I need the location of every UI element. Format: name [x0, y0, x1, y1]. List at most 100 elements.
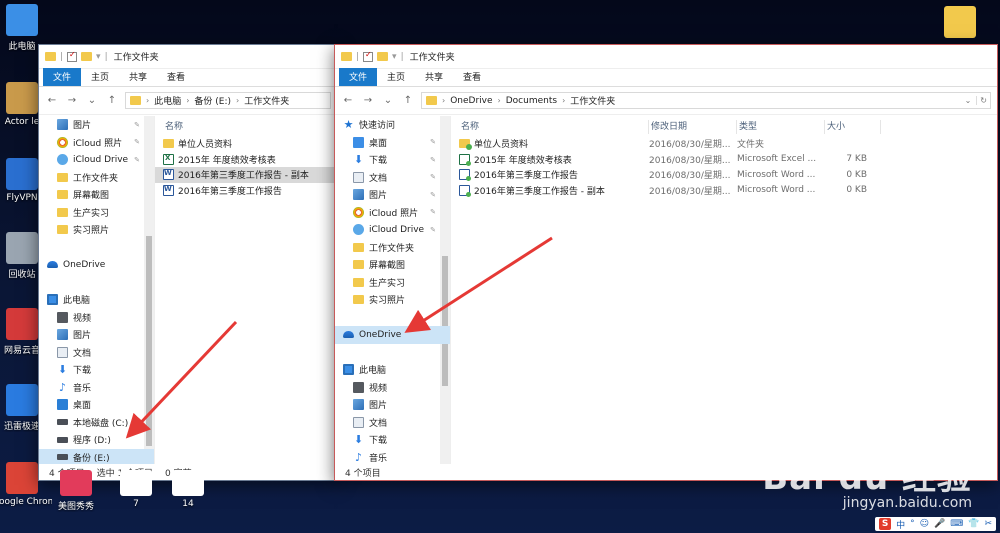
nav-item[interactable]: OneDrive [39, 256, 154, 274]
nav-item[interactable]: 生产实习 [335, 274, 450, 292]
breadcrumb-work-folder[interactable]: 工作文件夹 [570, 94, 615, 107]
nav-item[interactable]: ⬇ 下载 [39, 361, 154, 379]
nav-item[interactable]: 图片 [335, 396, 450, 414]
skin-icon[interactable]: 👕 [968, 519, 979, 529]
back-arrow-icon[interactable]: ← [341, 94, 355, 108]
back-arrow-icon[interactable]: ← [45, 94, 59, 108]
file-row[interactable]: 2016年第三季度工作报告 - 副本 2016/08/30/星期... Micros… [451, 183, 997, 199]
file-row[interactable]: 2015年 年度绩效考核表 2016/08/30/星期... Microsoft E… [451, 152, 997, 168]
breadcrumb-drive-e[interactable]: 备份 (E:) [194, 94, 231, 107]
file-row[interactable]: 2016年第三季度工作报告 [155, 183, 337, 199]
punctuation-icon[interactable]: ° [910, 519, 915, 529]
nav-item[interactable]: 工作文件夹 [39, 169, 154, 187]
file-row[interactable]: 单位人员资料 [155, 136, 337, 152]
nav-item[interactable]: iCloud Drive ✎ [335, 221, 450, 239]
refresh-icon[interactable]: ↻ [976, 96, 990, 105]
address-bar[interactable]: › 此电脑 › 备份 (E:) › 工作文件夹 [125, 92, 331, 109]
title-bar[interactable]: | ▾ | 工作文件夹 [335, 45, 997, 69]
properties-icon[interactable] [363, 50, 374, 62]
tab-share[interactable]: 共享 [119, 68, 157, 86]
file-row[interactable]: 2015年 年度绩效考核表 [155, 152, 337, 168]
nav-item[interactable]: ♪ 音乐 [335, 449, 450, 465]
nav-item[interactable]: 图片 [39, 326, 154, 344]
column-name[interactable]: 名称 [459, 120, 649, 134]
nav-item[interactable]: 文档 ✎ [335, 169, 450, 187]
file-row[interactable]: 2016年第三季度工作报告 2016/08/30/星期... Microsoft W… [451, 167, 997, 183]
customize-chevron-icon[interactable]: ▾ [392, 52, 397, 62]
nav-item[interactable]: 文档 [335, 414, 450, 432]
tab-view[interactable]: 查看 [453, 68, 491, 86]
keyboard-icon[interactable]: ⌨ [950, 519, 963, 529]
desktop-icon[interactable]: 美图秀秀 [46, 470, 106, 512]
nav-item[interactable]: 视频 [39, 309, 154, 327]
nav-item[interactable]: 图片 ✎ [39, 116, 154, 134]
nav-item[interactable]: 屏幕截图 [39, 186, 154, 204]
recent-chevron-icon[interactable]: ⌄ [381, 94, 395, 108]
nav-item[interactable]: 备份 (E:) [39, 448, 154, 464]
nav-item[interactable]: iCloud Drive ✎ [39, 151, 154, 169]
tab-home[interactable]: 主页 [81, 68, 119, 86]
column-date[interactable]: 修改日期 [649, 120, 737, 134]
tab-file[interactable]: 文件 [43, 68, 82, 86]
chinese-mode-icon[interactable]: 中 [896, 518, 905, 531]
forward-arrow-icon[interactable]: → [65, 94, 79, 108]
breadcrumb-this-pc[interactable]: 此电脑 [154, 94, 181, 107]
app-icon [120, 470, 152, 496]
nav-item[interactable]: 实习照片 [39, 221, 154, 239]
address-dropdown-icon[interactable]: ⌄ [965, 96, 972, 105]
desktop-icon[interactable] [930, 6, 990, 41]
customize-chevron-icon[interactable]: ▾ [96, 52, 101, 62]
desktop-icon[interactable]: 14 [158, 470, 218, 509]
nav-item[interactable]: ♪ 音乐 [39, 379, 154, 397]
tab-file[interactable]: 文件 [339, 68, 378, 86]
ime-tray[interactable]: S 中 ° ☺ 🎤 ⌨ 👕 ✂ [875, 517, 996, 531]
file-row[interactable]: 单位人员资料 2016/08/30/星期... 文件夹 [451, 136, 997, 152]
nav-item[interactable]: ★ 快速访问 [335, 116, 450, 134]
nav-item[interactable]: ⬇ 下载 [335, 431, 450, 449]
column-name[interactable]: 名称 [163, 120, 333, 134]
tab-view[interactable]: 查看 [157, 68, 195, 86]
column-size[interactable]: 大小 [825, 120, 881, 134]
nav-item[interactable]: 工作文件夹 [335, 239, 450, 257]
forward-arrow-icon[interactable]: → [361, 94, 375, 108]
emoji-icon[interactable]: ☺ [920, 519, 929, 529]
tab-share[interactable]: 共享 [415, 68, 453, 86]
nav-item[interactable]: 屏幕截图 [335, 256, 450, 274]
nav-item[interactable]: 本地磁盘 (C:) [39, 414, 154, 432]
new-folder-icon[interactable] [377, 52, 389, 61]
breadcrumb-documents[interactable]: Documents [506, 96, 557, 106]
explorer-window-right[interactable]: | ▾ | 工作文件夹 文件 主页 共享 查看 ← → ⌄ ↑ › OneDri… [334, 44, 998, 481]
app-icon [60, 470, 92, 496]
column-type[interactable]: 类型 [737, 120, 825, 134]
nav-item[interactable]: 文档 [39, 344, 154, 362]
explorer-window-left[interactable]: | ▾ | 工作文件夹 文件 主页 共享 查看 ← → ⌄ ↑ › 此电脑 › … [38, 44, 338, 481]
nav-item[interactable]: 桌面 ✎ [335, 134, 450, 152]
nav-item[interactable]: 视频 [335, 379, 450, 397]
tools-icon[interactable]: ✂ [984, 519, 992, 529]
nav-item[interactable]: 程序 (D:) [39, 431, 154, 449]
tab-home[interactable]: 主页 [377, 68, 415, 86]
nav-item[interactable]: OneDrive [335, 326, 450, 344]
nav-item[interactable]: iCloud 照片 ✎ [335, 204, 450, 222]
desktop-icon[interactable]: 7 [106, 470, 166, 509]
breadcrumb-work-folder[interactable]: 工作文件夹 [244, 94, 289, 107]
nav-item[interactable]: 此电脑 [39, 291, 154, 309]
voice-icon[interactable]: 🎤 [934, 519, 945, 529]
up-arrow-icon[interactable]: ↑ [105, 94, 119, 108]
sogou-ime-icon[interactable]: S [879, 518, 892, 530]
nav-item[interactable]: 此电脑 [335, 361, 450, 379]
nav-item[interactable]: 桌面 [39, 396, 154, 414]
nav-item[interactable]: 实习照片 [335, 291, 450, 309]
nav-item[interactable]: ⬇ 下载 ✎ [335, 151, 450, 169]
properties-icon[interactable] [67, 50, 78, 62]
nav-item[interactable]: iCloud 照片 ✎ [39, 134, 154, 152]
file-row[interactable]: 2016年第三季度工作报告 - 副本 [155, 167, 337, 183]
up-arrow-icon[interactable]: ↑ [401, 94, 415, 108]
nav-item[interactable]: 图片 ✎ [335, 186, 450, 204]
title-bar[interactable]: | ▾ | 工作文件夹 [39, 45, 337, 69]
nav-item[interactable]: 生产实习 [39, 204, 154, 222]
new-folder-icon[interactable] [81, 52, 93, 61]
recent-chevron-icon[interactable]: ⌄ [85, 94, 99, 108]
address-bar[interactable]: › OneDrive › Documents › 工作文件夹 ⌄ ↻ [421, 92, 991, 109]
breadcrumb-onedrive[interactable]: OneDrive [450, 96, 492, 106]
